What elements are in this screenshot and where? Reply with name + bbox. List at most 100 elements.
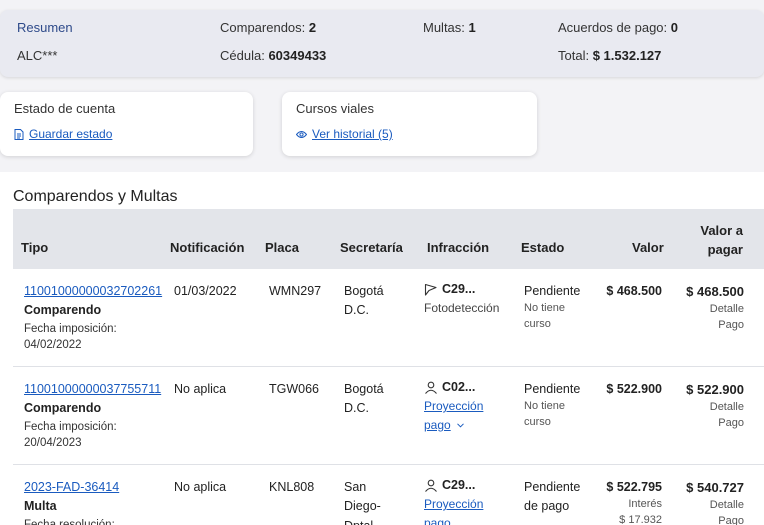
row-secretaria: San Diego- Dptal — [344, 478, 381, 525]
cursos-viales-title: Cursos viales — [296, 101, 375, 116]
proyeccion-label: Proyección — [424, 399, 484, 414]
table-row: 2023-FAD-36414 Multa Fecha resolución: N… — [13, 465, 764, 525]
estado-label: Pendiente — [524, 480, 581, 494]
valor-value: $ 522.795 — [606, 480, 662, 494]
valor-pagar-value: $ 540.727 — [686, 480, 744, 495]
row-placa: KNL808 — [269, 480, 315, 494]
row-fecha-label: Fecha imposición: — [24, 420, 117, 433]
detalle-pago-link-line2[interactable]: Pago — [675, 318, 744, 334]
row-secretaria-line2: D.C. — [344, 401, 369, 416]
multas-count: Multas: 1 — [423, 20, 476, 35]
th-placa: Placa — [265, 240, 299, 255]
document-icon — [14, 128, 24, 140]
row-secretaria-line1: Bogotá — [344, 382, 384, 396]
row-infraccion: C29... Proyección pago — [424, 476, 483, 525]
table-header: Tipo Notificación Placa Secretaría Infra… — [13, 209, 764, 269]
row-valor-pagar: $ 468.500 Detalle Pago — [675, 282, 744, 334]
multa-id-link[interactable]: 2023-FAD-36414 — [24, 478, 119, 497]
row-fecha-value: 04/02/2022 — [24, 339, 82, 352]
row-notificacion: 01/03/2022 — [174, 284, 237, 298]
table-row: 11001000000032702261 Comparendo Fecha im… — [13, 269, 764, 367]
row-secretaria-line1: San — [344, 480, 367, 494]
th-valor-pagar-line2: pagar — [707, 241, 743, 257]
interes-label: Interés — [628, 498, 662, 511]
estado-sub-line1: de pago — [524, 499, 570, 514]
row-notificacion: No aplica — [174, 382, 227, 396]
summary-title: Resumen — [17, 20, 73, 35]
estado-sub-line1: No tiene — [524, 400, 565, 413]
chevron-down-icon — [456, 423, 464, 428]
row-secretaria-line3: Dptal — [344, 517, 381, 525]
detalle-pago-link-line2[interactable]: Pago — [675, 514, 744, 525]
row-valor: $ 522.900 — [606, 382, 662, 396]
total: Total: $ 1.532.127 — [558, 48, 661, 63]
pago-label: pago — [424, 515, 451, 525]
row-valor: $ 468.500 — [606, 284, 662, 298]
row-tipo: 2023-FAD-36414 Multa Fecha resolución: — [24, 478, 119, 525]
th-valor-pagar-line1: Valor a — [700, 223, 743, 238]
row-tipo-label: Comparendo — [24, 401, 102, 416]
th-secretaria: Secretaría — [340, 240, 403, 255]
estado-sub-line2: curso — [524, 318, 551, 331]
row-tipo-label: Comparendo — [24, 303, 102, 318]
th-notificacion: Notificación — [170, 240, 245, 255]
row-fecha-label: Fecha resolución: — [24, 518, 115, 525]
estado-label: Pendiente — [524, 382, 581, 396]
cedula-value: 60349433 — [268, 48, 327, 63]
comparendos-panel: Comparendos y Multas Tipo Notificación P… — [0, 172, 764, 525]
detalle-pago-link-line2[interactable]: Pago — [675, 416, 744, 432]
interes-value: $ 17.932 — [619, 514, 662, 525]
valor-pagar-value: $ 522.900 — [686, 382, 744, 397]
row-fecha-value: 20/04/2023 — [24, 437, 82, 450]
row-notificacion: No aplica — [174, 480, 227, 494]
row-estado: Pendiente de pago — [524, 478, 580, 517]
ver-historial-label: Ver historial (5) — [312, 127, 393, 141]
summary-bar: Resumen ALC*** Comparendos: 2 Cédula: 60… — [0, 10, 764, 77]
proyeccion-label: Proyección — [424, 497, 484, 512]
detalle-pago-link[interactable]: Detalle — [675, 302, 744, 318]
row-secretaria: Bogotá D.C. — [344, 282, 384, 321]
multas-label: Multas: — [423, 20, 465, 35]
cedula: Cédula: 60349433 — [220, 48, 326, 63]
row-fecha-label: Fecha imposición: — [24, 322, 117, 335]
estado-cuenta-title: Estado de cuenta — [14, 101, 116, 116]
comparendo-id-link[interactable]: 11001000000037755711 — [24, 380, 161, 399]
row-valor-pagar: $ 540.727 Detalle Pago — [675, 478, 744, 525]
total-label: Total: — [558, 48, 590, 63]
estado-sub-line2: curso — [524, 416, 551, 429]
estado-label: Pendiente — [524, 284, 581, 298]
summary-user: ALC*** — [17, 48, 58, 63]
row-secretaria-line2: D.C. — [344, 303, 369, 318]
camera-flag-icon — [424, 284, 437, 296]
person-icon — [425, 381, 437, 395]
comparendos-value: 2 — [308, 20, 317, 35]
proyeccion-pago-link[interactable]: Proyección pago — [424, 397, 483, 434]
infraccion-code: C02... — [442, 380, 476, 394]
detalle-pago-link[interactable]: Detalle — [675, 498, 744, 514]
guardar-estado-label: Guardar estado — [29, 127, 113, 141]
row-infraccion: C29... Fotodetección — [424, 280, 499, 318]
pago-label: pago — [424, 417, 451, 432]
ver-historial-link[interactable]: Ver historial (5) — [296, 127, 393, 141]
acuerdos-value: 0 — [670, 20, 678, 35]
cedula-label: Cédula: — [220, 48, 265, 63]
estado-cuenta-card: Estado de cuenta Guardar estado — [0, 92, 253, 156]
eye-icon — [296, 130, 307, 138]
total-value: $ 1.532.127 — [592, 48, 662, 63]
guardar-estado-link[interactable]: Guardar estado — [14, 127, 112, 141]
row-valor-pagar: $ 522.900 Detalle Pago — [675, 380, 744, 432]
row-tipo: 11001000000037755711 Comparendo Fecha im… — [24, 380, 161, 452]
infraccion-code: C29... — [442, 282, 476, 296]
section-title: Comparendos y Multas — [13, 188, 178, 205]
th-valor: Valor — [632, 240, 664, 255]
proyeccion-pago-link[interactable]: Proyección pago — [424, 495, 483, 525]
valor-pagar-value: $ 468.500 — [686, 284, 744, 299]
row-estado: Pendiente No tiene curso — [524, 282, 580, 333]
cursos-viales-card: Cursos viales Ver historial (5) — [282, 92, 537, 156]
comparendo-id-link[interactable]: 11001000000032702261 — [24, 282, 162, 301]
th-estado: Estado — [521, 240, 565, 255]
row-secretaria-line2: Diego- — [344, 499, 381, 514]
th-valor-pagar: Valor a pagar — [675, 222, 743, 260]
detalle-pago-link[interactable]: Detalle — [675, 400, 744, 416]
row-valor: $ 522.795 Interés $ 17.932 — [593, 478, 662, 525]
